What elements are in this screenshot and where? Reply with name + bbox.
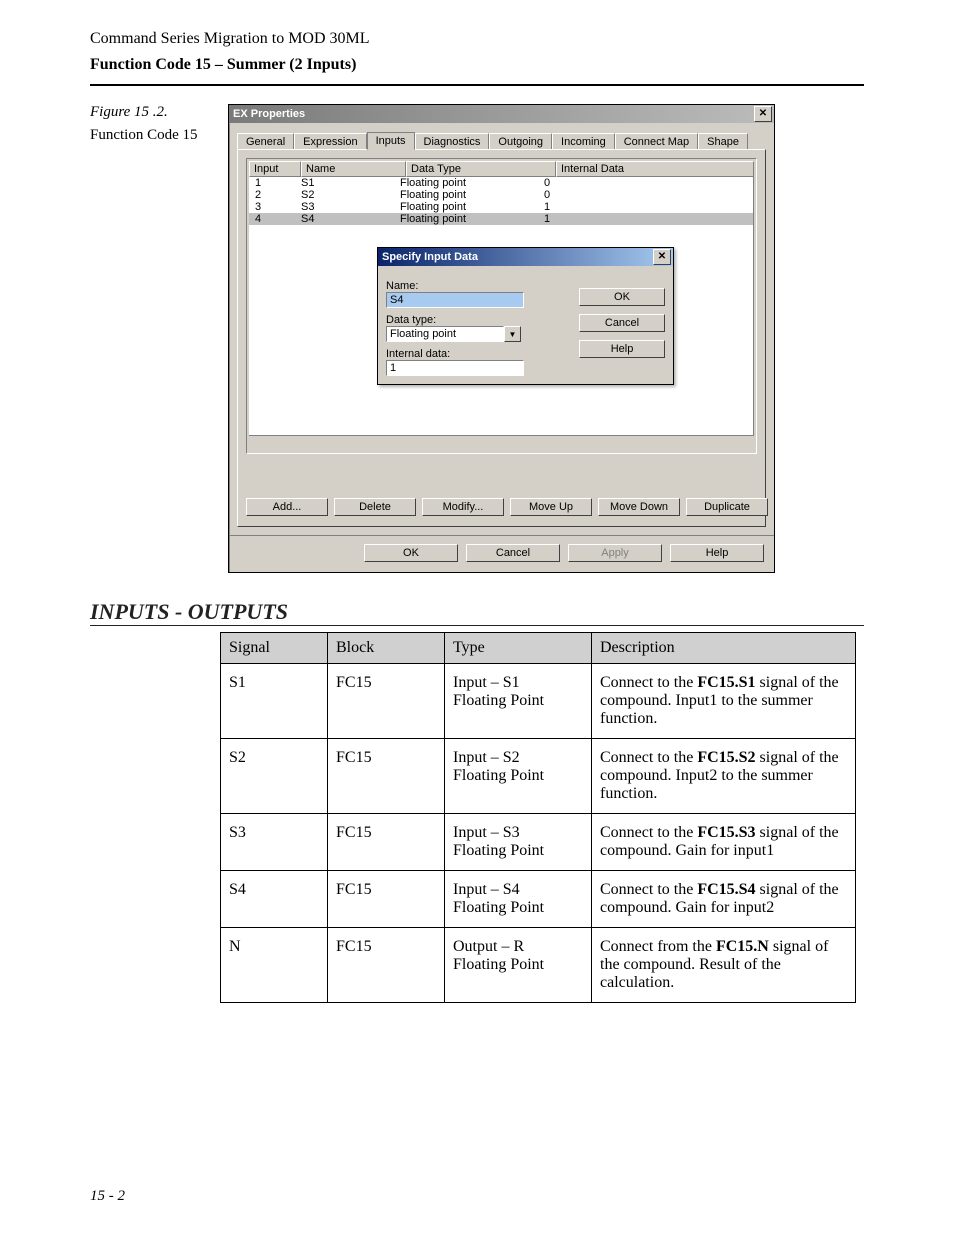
figure-label: Figure 15 .2. (90, 104, 210, 121)
col-block: Block (328, 633, 445, 664)
type-label: Data type: (386, 314, 569, 326)
col-type[interactable]: Data Type (406, 161, 556, 177)
cell-type: Input – S3 Floating Point (445, 814, 592, 871)
duplicate-button[interactable]: Duplicate (686, 498, 768, 516)
cancel-button[interactable]: Cancel (466, 544, 560, 562)
tab-outgoing[interactable]: Outgoing (489, 133, 552, 150)
tab-diagnostics[interactable]: Diagnostics (415, 133, 490, 150)
delete-button[interactable]: Delete (334, 498, 416, 516)
io-table-header: Signal Block Type Description (221, 633, 856, 664)
titlebar[interactable]: EX Properties ✕ (229, 105, 774, 123)
cell-signal: S3 (221, 814, 328, 871)
cancel-button[interactable]: Cancel (579, 314, 665, 332)
cell-type: Input – S4 Floating Point (445, 871, 592, 928)
tab-expression[interactable]: Expression (294, 133, 366, 150)
io-rule (90, 625, 864, 626)
cell-signal: N (221, 928, 328, 1003)
cell-type: Input – S1 Floating Point (445, 664, 592, 739)
modify-button[interactable]: Modify... (422, 498, 504, 516)
cell-desc: Connect to the FC15.S3 signal of the com… (592, 814, 856, 871)
tabs: GeneralExpressionInputsDiagnosticsOutgoi… (229, 123, 774, 149)
move-up-button[interactable]: Move Up (510, 498, 592, 516)
tab-inputs[interactable]: Inputs (367, 132, 415, 150)
cell-desc: Connect to the FC15.S1 signal of the com… (592, 664, 856, 739)
chevron-down-icon[interactable]: ▼ (504, 326, 521, 342)
cell-type: Output – R Floating Point (445, 928, 592, 1003)
cell-desc: Connect to the FC15.S4 signal of the com… (592, 871, 856, 928)
add-button[interactable]: Add... (246, 498, 328, 516)
inputs-outputs-heading: INPUTS - OUTPUTS (90, 599, 864, 625)
tab-incoming[interactable]: Incoming (552, 133, 615, 150)
table-row: S4FC15Input – S4 Floating PointConnect t… (221, 871, 856, 928)
internal-data-label: Internal data: (386, 348, 569, 360)
cell-block: FC15 (328, 814, 445, 871)
name-label: Name: (386, 280, 569, 292)
cell-type: Input – S2 Floating Point (445, 739, 592, 814)
cell-signal: S4 (221, 871, 328, 928)
ex-properties-dialog: EX Properties ✕ GeneralExpressionInputsD… (228, 104, 775, 573)
close-icon[interactable]: ✕ (653, 249, 671, 265)
table-row: NFC15Output – R Floating PointConnect fr… (221, 928, 856, 1003)
inputs-tab-panel: Input Name Data Type Internal Data 1S1Fl… (237, 149, 766, 527)
table-row: S2FC15Input – S2 Floating PointConnect t… (221, 739, 856, 814)
figure-caption: Function Code 15 (90, 127, 210, 144)
cell-block: FC15 (328, 739, 445, 814)
cell-desc: Connect from the FC15.N signal of the co… (592, 928, 856, 1003)
cell-signal: S1 (221, 664, 328, 739)
row-buttons: Add... Delete Modify... Move Up Move Down Dup… (246, 498, 768, 516)
header-rule (90, 84, 864, 86)
col-input[interactable]: Input (249, 161, 301, 177)
move-down-button[interactable]: Move Down (598, 498, 680, 516)
col-signal: Signal (221, 633, 328, 664)
section-title: Function Code 15 – Summer (2 Inputs) (90, 56, 864, 74)
internal-data-field[interactable]: 1 (386, 360, 524, 376)
inner-dialog-title: Specify Input Data (382, 251, 653, 263)
table-row[interactable]: 1S1Floating point0 (249, 177, 753, 189)
table-row: S1FC15Input – S1 Floating PointConnect t… (221, 664, 856, 739)
cell-signal: S2 (221, 739, 328, 814)
type-field-value: Floating point (386, 326, 504, 342)
col-type: Type (445, 633, 592, 664)
table-row[interactable]: 4S4Floating point1 (249, 213, 753, 225)
doc-header: Command Series Migration to MOD 30ML (90, 30, 864, 48)
ok-button[interactable]: OK (579, 288, 665, 306)
col-name[interactable]: Name (301, 161, 406, 177)
name-field[interactable]: S4 (386, 292, 524, 308)
dialog-buttons: OK Cancel Apply Help (229, 535, 774, 572)
page-number: 15 - 2 (90, 1188, 125, 1205)
help-button[interactable]: Help (579, 340, 665, 358)
io-table: Signal Block Type Description S1FC15Inpu… (220, 632, 856, 1003)
dialog-title: EX Properties (233, 108, 754, 120)
data-type-combo[interactable]: Floating point ▼ (386, 326, 521, 342)
apply-button[interactable]: Apply (568, 544, 662, 562)
tab-general[interactable]: General (237, 133, 294, 150)
col-data[interactable]: Internal Data (556, 161, 754, 177)
close-icon[interactable]: ✕ (754, 106, 772, 122)
cell-block: FC15 (328, 928, 445, 1003)
specify-input-data-dialog: Specify Input Data ✕ Name: S4 Data type:… (377, 247, 674, 385)
cell-block: FC15 (328, 871, 445, 928)
table-row[interactable]: 2S2Floating point0 (249, 189, 753, 201)
col-desc: Description (592, 633, 856, 664)
inner-titlebar[interactable]: Specify Input Data ✕ (378, 248, 673, 266)
help-button[interactable]: Help (670, 544, 764, 562)
table-row: S3FC15Input – S3 Floating PointConnect t… (221, 814, 856, 871)
list-header: Input Name Data Type Internal Data (249, 161, 754, 177)
ok-button[interactable]: OK (364, 544, 458, 562)
cell-block: FC15 (328, 664, 445, 739)
cell-desc: Connect to the FC15.S2 signal of the com… (592, 739, 856, 814)
table-row[interactable]: 3S3Floating point1 (249, 201, 753, 213)
inputs-list[interactable]: Input Name Data Type Internal Data 1S1Fl… (246, 158, 757, 454)
tab-connect-map[interactable]: Connect Map (615, 133, 698, 150)
tab-shape[interactable]: Shape (698, 133, 748, 150)
